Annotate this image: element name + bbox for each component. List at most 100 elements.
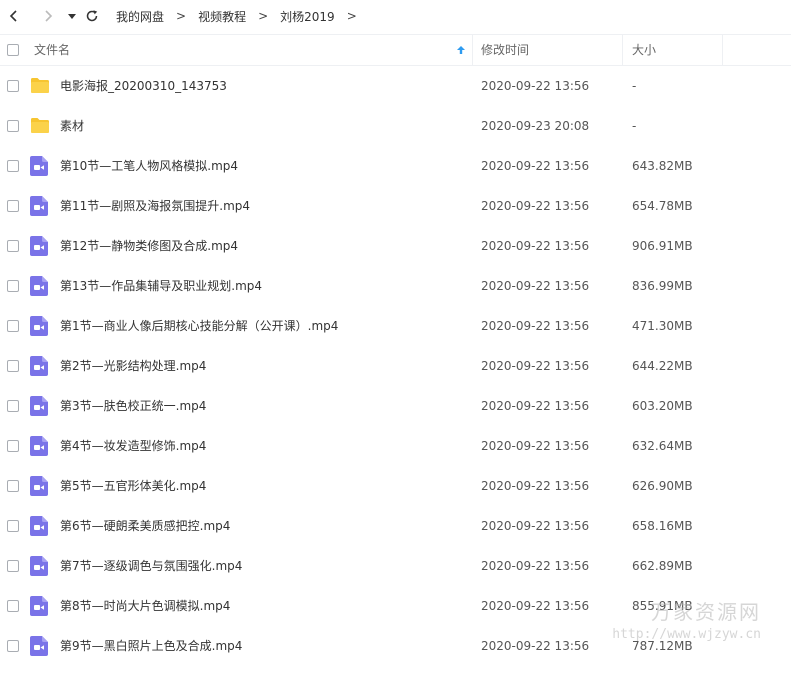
- video-file-icon: [30, 276, 48, 296]
- video-file-icon: [30, 636, 48, 656]
- table-row[interactable]: 第1节—商业人像后期核心技能分解（公开课）.mp4 2020-09-22 13:5…: [0, 306, 791, 346]
- file-size: 471.30MB: [632, 319, 693, 333]
- table-row[interactable]: 第3节—肤色校正统一.mp4 2020-09-22 13:56 603.20MB: [0, 386, 791, 426]
- row-checkbox[interactable]: [7, 240, 19, 252]
- breadcrumb-item-my-drive[interactable]: 我的网盘: [116, 8, 164, 25]
- table-row[interactable]: 电影海报_20200310_143753 2020-09-22 13:56 -: [0, 66, 791, 106]
- file-name[interactable]: 素材: [60, 106, 84, 146]
- table-row[interactable]: 第7节—逐级调色与氛围强化.mp4 2020-09-22 13:56 662.89M…: [0, 546, 791, 586]
- table-row[interactable]: 第2节—光影结构处理.mp4 2020-09-22 13:56 644.22MB: [0, 346, 791, 386]
- file-modified-time: 2020-09-22 13:56: [481, 279, 590, 293]
- refresh-button[interactable]: [82, 6, 102, 26]
- file-name[interactable]: 第3节—肤色校正统一.mp4: [60, 386, 206, 426]
- file-size: -: [632, 79, 637, 93]
- file-size: 643.82MB: [632, 159, 693, 173]
- file-size: 787.12MB: [632, 639, 693, 653]
- file-size: 603.20MB: [632, 399, 693, 413]
- file-name[interactable]: 第1节—商业人像后期核心技能分解（公开课）.mp4: [60, 306, 338, 346]
- column-divider[interactable]: [722, 35, 723, 65]
- folder-icon: [31, 78, 49, 93]
- file-name[interactable]: 第10节—工笔人物风格模拟.mp4: [60, 146, 238, 186]
- file-size: 654.78MB: [632, 199, 693, 213]
- video-file-icon: [30, 596, 48, 616]
- file-modified-time: 2020-09-22 13:56: [481, 559, 590, 573]
- file-modified-time: 2020-09-22 13:56: [481, 319, 590, 333]
- table-row[interactable]: 第13节—作品集辅导及职业规划.mp4 2020-09-22 13:56 836.9…: [0, 266, 791, 306]
- file-type-icon: [30, 196, 48, 219]
- file-type-icon: [30, 396, 48, 419]
- file-type-icon: [30, 516, 48, 539]
- row-checkbox[interactable]: [7, 600, 19, 612]
- column-header-name[interactable]: 文件名: [34, 35, 70, 65]
- navigation-bar: 我的网盘 > 视频教程 > 刘杨2019 >: [0, 0, 791, 32]
- file-modified-time: 2020-09-22 13:56: [481, 639, 590, 653]
- row-checkbox[interactable]: [7, 640, 19, 652]
- table-row[interactable]: 素材 2020-09-23 20:08 -: [0, 106, 791, 146]
- table-row[interactable]: 第9节—黑白照片上色及合成.mp4 2020-09-22 13:56 787.12M…: [0, 626, 791, 666]
- table-row[interactable]: 第11节—剧照及海报氛围提升.mp4 2020-09-22 13:56 654.78…: [0, 186, 791, 226]
- row-checkbox[interactable]: [7, 520, 19, 532]
- sort-ascending-icon[interactable]: [456, 45, 466, 55]
- file-name[interactable]: 第9节—黑白照片上色及合成.mp4: [60, 626, 242, 666]
- file-size: -: [632, 119, 637, 133]
- file-name[interactable]: 第2节—光影结构处理.mp4: [60, 346, 206, 386]
- file-name[interactable]: 第6节—硬朗柔美质感把控.mp4: [60, 506, 230, 546]
- file-name[interactable]: 第13节—作品集辅导及职业规划.mp4: [60, 266, 262, 306]
- table-row[interactable]: 第10节—工笔人物风格模拟.mp4 2020-09-22 13:56 643.82M…: [0, 146, 791, 186]
- table-row[interactable]: 第8节—时尚大片色调模拟.mp4 2020-09-22 13:56 855.91MB: [0, 586, 791, 626]
- row-checkbox[interactable]: [7, 360, 19, 372]
- row-checkbox[interactable]: [7, 280, 19, 292]
- table-row[interactable]: 第6节—硬朗柔美质感把控.mp4 2020-09-22 13:56 658.16MB: [0, 506, 791, 546]
- file-name[interactable]: 第12节—静物类修图及合成.mp4: [60, 226, 238, 266]
- file-modified-time: 2020-09-22 13:56: [481, 519, 590, 533]
- video-file-icon: [30, 516, 48, 536]
- table-row[interactable]: 第5节—五官形体美化.mp4 2020-09-22 13:56 626.90MB: [0, 466, 791, 506]
- breadcrumb: 我的网盘 > 视频教程 > 刘杨2019 >: [116, 8, 369, 25]
- file-type-icon: [30, 76, 50, 97]
- row-checkbox[interactable]: [7, 160, 19, 172]
- breadcrumb-separator: >: [258, 9, 269, 23]
- breadcrumb-separator: >: [346, 9, 357, 23]
- table-row[interactable]: 第12节—静物类修图及合成.mp4 2020-09-22 13:56 906.91M…: [0, 226, 791, 266]
- row-checkbox[interactable]: [7, 440, 19, 452]
- file-modified-time: 2020-09-22 13:56: [481, 399, 590, 413]
- file-size: 626.90MB: [632, 479, 693, 493]
- history-dropdown-button[interactable]: [62, 6, 82, 26]
- video-file-icon: [30, 436, 48, 456]
- chevron-right-icon: [45, 10, 53, 22]
- forward-button[interactable]: [38, 6, 58, 26]
- column-divider[interactable]: [622, 35, 623, 65]
- column-header-size[interactable]: 大小: [632, 35, 656, 65]
- file-type-icon: [30, 476, 48, 499]
- file-name[interactable]: 电影海报_20200310_143753: [60, 66, 227, 106]
- row-checkbox[interactable]: [7, 120, 19, 132]
- file-name[interactable]: 第11节—剧照及海报氛围提升.mp4: [60, 186, 250, 226]
- file-type-icon: [30, 316, 48, 339]
- breadcrumb-item-video-tutorials[interactable]: 视频教程: [198, 8, 246, 25]
- row-checkbox[interactable]: [7, 80, 19, 92]
- file-name[interactable]: 第4节—妆发造型修饰.mp4: [60, 426, 206, 466]
- chevron-left-icon: [9, 10, 17, 22]
- column-divider[interactable]: [472, 35, 473, 65]
- breadcrumb-item-current-folder[interactable]: 刘杨2019: [280, 8, 335, 25]
- file-modified-time: 2020-09-22 13:56: [481, 159, 590, 173]
- file-name[interactable]: 第7节—逐级调色与氛围强化.mp4: [60, 546, 242, 586]
- breadcrumb-separator: >: [176, 9, 187, 23]
- file-name[interactable]: 第8节—时尚大片色调模拟.mp4: [60, 586, 230, 626]
- row-checkbox[interactable]: [7, 400, 19, 412]
- file-list: 电影海报_20200310_143753 2020-09-22 13:56 - 素材 2…: [0, 66, 791, 666]
- row-checkbox[interactable]: [7, 200, 19, 212]
- file-size: 662.89MB: [632, 559, 693, 573]
- row-checkbox[interactable]: [7, 320, 19, 332]
- row-checkbox[interactable]: [7, 560, 19, 572]
- table-row[interactable]: 第4节—妆发造型修饰.mp4 2020-09-22 13:56 632.64MB: [0, 426, 791, 466]
- file-type-icon: [30, 276, 48, 299]
- column-header-modified[interactable]: 修改时间: [481, 35, 529, 65]
- back-button[interactable]: [4, 6, 24, 26]
- select-all-checkbox[interactable]: [7, 44, 19, 56]
- file-type-icon: [30, 116, 50, 137]
- row-checkbox[interactable]: [7, 480, 19, 492]
- file-type-icon: [30, 436, 48, 459]
- video-file-icon: [30, 316, 48, 336]
- file-name[interactable]: 第5节—五官形体美化.mp4: [60, 466, 206, 506]
